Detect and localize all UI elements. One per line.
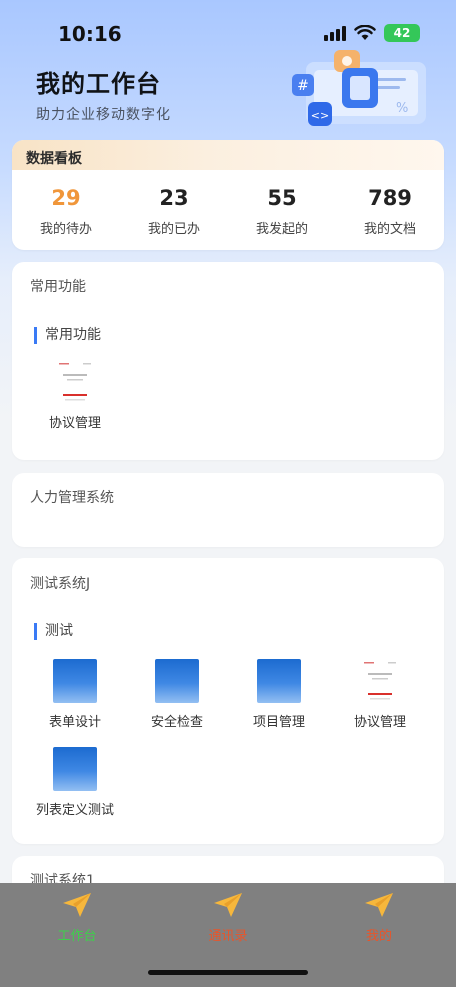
form-design-icon xyxy=(53,659,97,703)
svg-text:%: % xyxy=(396,101,408,116)
paper-plane-icon xyxy=(365,893,393,917)
app-root: 10:16 42 我的工作台 助力企业移动数字化 # <> % 数据看板 29 … xyxy=(0,0,456,987)
app-label: 项目管理 xyxy=(252,715,305,730)
stat-value: 23 xyxy=(159,186,189,210)
app-label: 表单设计 xyxy=(48,715,101,730)
stat-value: 29 xyxy=(51,186,81,210)
battery-level: 42 xyxy=(393,26,411,40)
status-time: 10:16 xyxy=(58,22,122,46)
page-title: 我的工作台 xyxy=(36,70,161,98)
card-title: 测试系统J xyxy=(30,576,91,592)
data-board-title: 数据看板 xyxy=(26,151,82,167)
document-thumbnail-icon xyxy=(53,360,97,404)
tab-contacts[interactable]: 通讯录 xyxy=(173,891,283,944)
tab-label: 通讯录 xyxy=(208,929,248,944)
safety-check-icon xyxy=(155,659,199,703)
workspace-illustration-icon: # <> % xyxy=(292,50,426,126)
app-label: 协议管理 xyxy=(48,416,101,431)
card-test-system-j: 测试系统J 测试 表单设计 安全检查 项目管理 协议管理 列表定义测试 xyxy=(12,558,444,844)
tab-mine[interactable]: 我的 xyxy=(324,891,434,944)
page-subtitle: 助力企业移动数字化 xyxy=(36,107,171,123)
card-hr-system: 人力管理系统 xyxy=(12,473,444,547)
data-board: 数据看板 29 我的待办 23 我的已办 55 我发起的 789 我的文档 xyxy=(12,140,444,250)
list-definition-icon xyxy=(53,747,97,791)
stat-done[interactable]: 23 我的已办 xyxy=(124,186,224,237)
paper-plane-icon xyxy=(63,893,91,917)
stat-value: 789 xyxy=(368,186,412,210)
project-management-icon xyxy=(257,659,301,703)
card-title: 人力管理系统 xyxy=(30,490,114,506)
card-common-functions: 常用功能 常用功能 协议管理 xyxy=(12,262,444,460)
app-item-form-design[interactable]: 表单设计 xyxy=(25,659,125,730)
paper-plane-icon xyxy=(214,893,242,917)
wifi-icon xyxy=(354,25,376,40)
stat-label: 我的已办 xyxy=(147,222,200,237)
app-item-agreement[interactable]: 协议管理 xyxy=(25,360,125,431)
tab-label: 我的 xyxy=(365,929,392,944)
stat-value: 55 xyxy=(267,186,297,210)
stat-label: 我的文档 xyxy=(363,222,416,237)
app-item-safety-check[interactable]: 安全检查 xyxy=(127,659,227,730)
card-title: 常用功能 xyxy=(30,279,86,295)
data-board-header: 数据看板 xyxy=(12,140,444,170)
svg-text:<>: <> xyxy=(311,109,329,122)
section-label: 常用功能 xyxy=(34,327,101,344)
home-indicator[interactable] xyxy=(148,970,308,975)
status-icons: 42 xyxy=(324,24,420,42)
stats-row: 29 我的待办 23 我的已办 55 我发起的 789 我的文档 xyxy=(12,170,444,237)
app-item-list-definition-test[interactable]: 列表定义测试 xyxy=(25,747,125,818)
tab-workbench[interactable]: 工作台 xyxy=(22,891,132,944)
stat-label: 我的待办 xyxy=(39,222,92,237)
stat-todo[interactable]: 29 我的待办 xyxy=(16,186,116,237)
app-label: 安全检查 xyxy=(150,715,203,730)
tab-label: 工作台 xyxy=(57,929,97,944)
app-item-agreement[interactable]: 协议管理 xyxy=(330,659,430,730)
stat-initiated[interactable]: 55 我发起的 xyxy=(232,186,332,237)
app-label: 列表定义测试 xyxy=(35,803,114,818)
battery-icon: 42 xyxy=(384,24,420,42)
section-label: 测试 xyxy=(34,623,73,640)
app-item-project-management[interactable]: 项目管理 xyxy=(229,659,329,730)
app-label: 协议管理 xyxy=(353,715,406,730)
stat-label: 我发起的 xyxy=(255,222,308,237)
svg-text:#: # xyxy=(297,78,309,94)
document-thumbnail-icon xyxy=(358,659,402,703)
stat-documents[interactable]: 789 我的文档 xyxy=(340,186,440,237)
signal-icon xyxy=(324,25,346,41)
